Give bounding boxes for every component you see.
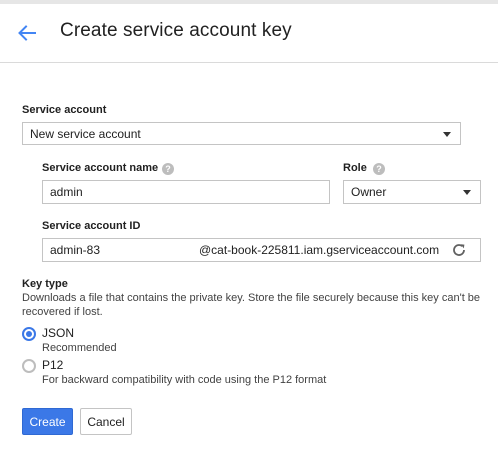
key-type-description: Downloads a file that contains the priva… [22,292,481,318]
role-label: Role [343,162,367,174]
back-button[interactable] [14,20,40,46]
help-icon[interactable]: ? [162,163,174,175]
role-selected: Owner [351,185,387,199]
service-account-label: Service account [22,104,107,116]
service-account-name-label: Service account name [42,162,159,174]
chevron-down-icon [463,190,471,195]
key-type-label: Key type [22,278,68,290]
service-account-name-input[interactable]: admin [42,180,330,204]
json-sublabel: Recommended [42,342,117,354]
json-label[interactable]: JSON [42,326,74,340]
service-account-id-value: admin-83 [50,243,101,257]
service-account-id-domain: @cat-book-225811.iam.gserviceaccount.com [199,243,440,257]
p12-radio[interactable] [22,359,36,373]
role-select[interactable]: Owner [343,180,481,204]
service-account-selected: New service account [30,126,141,141]
p12-label[interactable]: P12 [42,358,63,372]
p12-sublabel: For backward compatibility with code usi… [42,374,327,386]
page-title: Create service account key [60,20,292,41]
json-radio[interactable] [22,327,36,341]
service-account-select[interactable]: New service account [22,122,461,145]
chevron-down-icon [443,131,451,137]
refresh-icon[interactable] [451,242,467,258]
arrow-back-icon [18,25,36,41]
page-header: Create service account key [0,4,498,63]
service-account-name-value: admin [50,185,83,199]
cancel-button[interactable]: Cancel [80,408,132,435]
help-icon[interactable]: ? [373,163,385,175]
service-account-id-label: Service account ID [42,220,141,232]
create-button[interactable]: Create [22,408,73,435]
